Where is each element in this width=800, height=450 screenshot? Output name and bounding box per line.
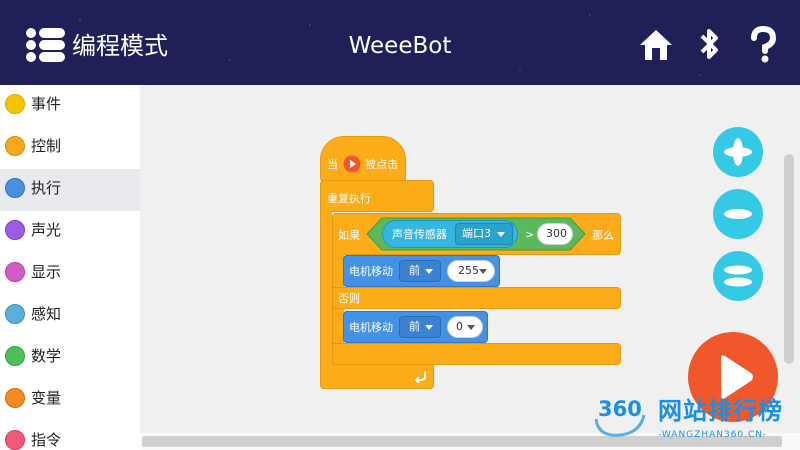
zoom-out-button[interactable] — [713, 189, 763, 239]
motor-move-block[interactable]: 电机移动 前 0 — [343, 311, 488, 343]
reset-view-button[interactable] — [713, 251, 763, 301]
motor-direction-dropdown[interactable]: 前 — [399, 316, 441, 338]
sensor-port-value: 端口3 — [462, 227, 491, 240]
if-else-block-bottom — [332, 343, 621, 365]
sidebar-item-variables[interactable]: 变量 — [0, 379, 140, 421]
if-label: 如果 — [338, 229, 360, 242]
top-bar: 编程模式 WeeeBot — [0, 0, 800, 85]
motor-direction-value: 前 — [409, 264, 420, 277]
chevron-down-icon — [497, 232, 505, 237]
else-section: 否则 — [332, 287, 621, 309]
forever-block-bottom — [320, 365, 434, 389]
forever-block-arm — [320, 208, 332, 368]
motor-speed-input[interactable]: 0 — [447, 316, 483, 338]
watermark: 360 网站排行榜 -WANGZHAN360.CN- — [590, 385, 800, 445]
loop-arrow-icon — [414, 371, 426, 383]
mode-label[interactable]: 编程模式 — [72, 30, 168, 62]
chevron-down-icon — [467, 325, 475, 330]
threshold-value[interactable]: 300 — [537, 223, 573, 245]
sidebar-item-events[interactable]: 事件 — [0, 85, 140, 127]
sidebar-item-actions[interactable]: 执行 — [0, 169, 140, 211]
category-color-dot — [5, 346, 25, 366]
category-color-dot — [5, 136, 25, 156]
motor-move-block[interactable]: 电机移动 前 255 — [343, 255, 500, 287]
chevron-down-icon — [425, 325, 433, 330]
then-label: 那么 — [592, 229, 614, 242]
sidebar-item-label: 声光 — [31, 221, 62, 239]
category-color-dot — [5, 220, 25, 240]
hat-prefix: 当 — [327, 158, 338, 171]
sidebar-item-label: 感知 — [31, 305, 62, 323]
menu-list-icon[interactable] — [26, 27, 66, 63]
motor-direction-dropdown[interactable]: 前 — [399, 260, 441, 282]
sidebar-item-label: 变量 — [31, 389, 62, 407]
category-color-dot — [5, 94, 25, 114]
zoom-out-icon — [724, 209, 752, 219]
motor-speed-input[interactable]: 255 — [447, 260, 495, 282]
motor-speed-value: 0 — [456, 320, 463, 333]
home-icon[interactable] — [638, 26, 674, 64]
chevron-down-icon — [479, 269, 487, 274]
when-clicked-block[interactable]: 当 被点击 — [320, 136, 406, 182]
reset-view-icon — [724, 265, 752, 287]
sidebar-item-label: 数学 — [31, 347, 62, 365]
bluetooth-icon[interactable] — [694, 26, 724, 64]
sidebar-item-label: 显示 — [31, 263, 62, 281]
forever-block-top[interactable]: 重复执行 — [320, 180, 434, 212]
sidebar-item-commands[interactable]: 指令 — [0, 421, 140, 450]
watermark-text: 网站排行榜 — [658, 397, 783, 425]
sidebar-item-sensing[interactable]: 感知 — [0, 295, 140, 337]
category-color-dot — [5, 388, 25, 408]
sidebar-item-label: 执行 — [31, 179, 62, 197]
sensor-port-dropdown[interactable]: 端口3 — [455, 223, 513, 245]
category-color-dot — [5, 178, 25, 198]
sidebar-item-label: 指令 — [31, 431, 62, 449]
watermark-number: 360 — [598, 397, 642, 421]
category-sidebar: 事件 控制 执行 声光 显示 感知 数学 变量 指令 — [0, 85, 140, 450]
motor-label: 电机移动 — [349, 321, 393, 334]
category-color-dot — [5, 430, 25, 450]
operator-symbol: > — [525, 228, 535, 241]
motor-speed-value: 255 — [458, 264, 479, 277]
zoom-in-icon — [724, 138, 752, 166]
hat-suffix: 被点击 — [365, 158, 398, 171]
sidebar-item-math[interactable]: 数学 — [0, 337, 140, 379]
sidebar-item-label: 控制 — [31, 137, 62, 155]
watermark-url: -WANGZHAN360.CN- — [658, 430, 768, 440]
motor-direction-value: 前 — [409, 320, 420, 333]
else-label: 否则 — [338, 292, 360, 305]
help-icon[interactable] — [745, 26, 781, 64]
sound-sensor-reporter[interactable]: 声音传感器 端口3 — [382, 220, 518, 248]
category-color-dot — [5, 262, 25, 282]
chevron-down-icon — [425, 269, 433, 274]
play-icon — [343, 155, 361, 173]
category-color-dot — [5, 304, 25, 324]
sidebar-item-control[interactable]: 控制 — [0, 127, 140, 169]
app-title: WeeeBot — [348, 33, 452, 59]
sensor-label: 声音传感器 — [392, 228, 447, 241]
vertical-scrollbar[interactable] — [784, 154, 794, 364]
zoom-in-button[interactable] — [713, 127, 763, 177]
sidebar-item-sound-light[interactable]: 声光 — [0, 211, 140, 253]
motor-label: 电机移动 — [349, 265, 393, 278]
forever-label: 重复执行 — [327, 192, 371, 205]
threshold-value-text: 300 — [546, 227, 567, 240]
sidebar-item-display[interactable]: 显示 — [0, 253, 140, 295]
sidebar-item-label: 事件 — [31, 95, 62, 113]
